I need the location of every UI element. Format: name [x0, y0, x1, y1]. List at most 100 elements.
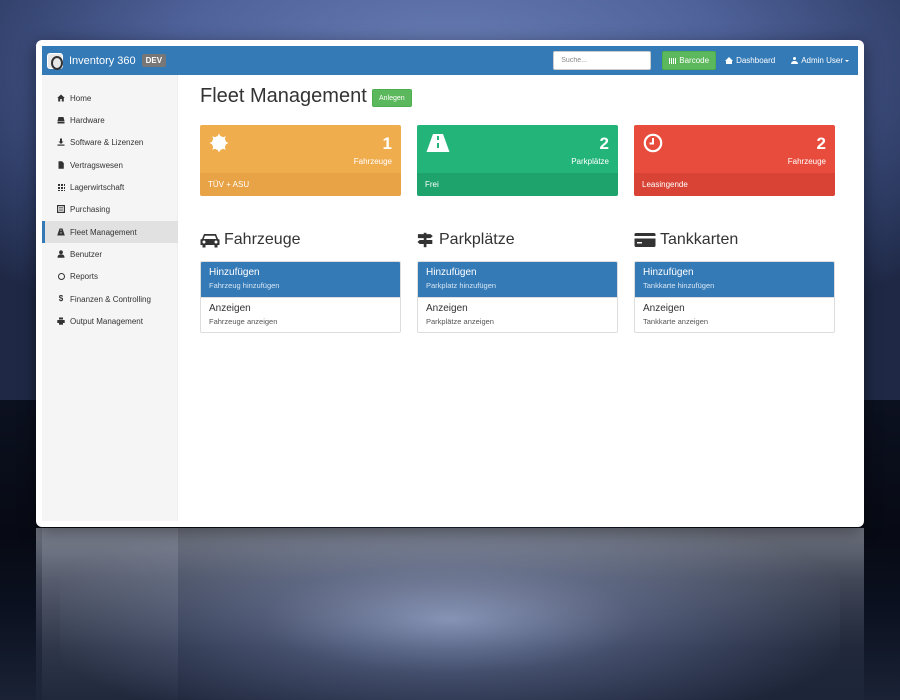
- clock-icon: [643, 133, 663, 153]
- list-item-heading: Hinzufügen: [643, 267, 694, 278]
- sidebar-item-reports[interactable]: Reports: [42, 265, 178, 287]
- main-content: Fleet Management Anlegen 1 Fahrzeuge TÜV…: [178, 75, 858, 521]
- stat-card-tuev[interactable]: 1 Fahrzeuge TÜV + ASU: [200, 125, 401, 196]
- sidebar-item-software[interactable]: Software & Lizenzen: [42, 131, 178, 153]
- list-item-heading: Anzeigen: [643, 303, 685, 314]
- sidebar-item-output-management[interactable]: Output Management: [42, 310, 178, 332]
- view-parkplaetze-item[interactable]: Anzeigen Parkplätze anzeigen: [418, 297, 617, 332]
- stat-card-leasingende[interactable]: 2 Fahrzeuge Leasingende: [634, 125, 835, 196]
- list-item-text: Parkplätze anzeigen: [426, 317, 494, 326]
- stat-card-footer: Frei: [417, 173, 618, 196]
- search-input[interactable]: [553, 51, 652, 70]
- list-item-text: Tankkarte hinzufügen: [643, 281, 715, 290]
- sidebar-item-label: Output Management: [70, 316, 143, 326]
- app-window: Inventory 360 DEV Barcode Dashboard Admi…: [36, 40, 864, 527]
- section-parkplaetze: Parkplätze Hinzufügen Parkplatz hinzufüg…: [417, 228, 618, 333]
- certificate-icon: [209, 133, 229, 153]
- sidebar-item-fleet-management[interactable]: Fleet Management: [42, 221, 178, 243]
- clock-icon: [57, 272, 65, 280]
- stat-card-top: 1 Fahrzeuge: [200, 125, 401, 173]
- list-alt-icon: [57, 205, 65, 213]
- list-group: Hinzufügen Tankkarte hinzufügen Anzeigen…: [634, 261, 835, 333]
- window-reflection: [36, 528, 864, 700]
- stat-label: Fahrzeuge: [787, 157, 826, 166]
- section-tankkarten: Tankkarten Hinzufügen Tankkarte hinzufüg…: [634, 228, 835, 333]
- sidebar-item-benutzer[interactable]: Benutzer: [42, 243, 178, 265]
- section-title: Tankkarten: [660, 231, 739, 248]
- section-title: Parkplätze: [439, 231, 515, 248]
- list-group: Hinzufügen Parkplatz hinzufügen Anzeigen…: [417, 261, 618, 333]
- top-navbar: Inventory 360 DEV Barcode Dashboard Admi…: [42, 46, 858, 75]
- barcode-button[interactable]: Barcode: [662, 51, 717, 70]
- section-header: Tankkarten: [634, 228, 835, 252]
- sidebar-item-purchasing[interactable]: Purchasing: [42, 198, 178, 220]
- add-fahrzeug-item[interactable]: Hinzufügen Fahrzeug hinzufügen: [201, 262, 400, 297]
- list-item-text: Tankkarte anzeigen: [643, 317, 709, 326]
- page-title: Fleet Management: [200, 85, 367, 107]
- view-fahrzeuge-item[interactable]: Anzeigen Fahrzeuge anzeigen: [201, 297, 400, 332]
- barcode-icon: [669, 57, 677, 64]
- car-icon: [200, 234, 220, 248]
- navbar-right: Barcode Dashboard Admin User: [553, 46, 858, 75]
- caret-down-icon: [845, 59, 849, 62]
- list-item-text: Fahrzeuge anzeigen: [209, 317, 278, 326]
- sidebar-item-label: Fleet Management: [70, 227, 137, 237]
- road-icon: [426, 134, 450, 152]
- dashboard-link[interactable]: Dashboard: [725, 56, 775, 65]
- barcode-label: Barcode: [679, 56, 710, 65]
- sidebar-item-label: Lagerwirtschaft: [70, 182, 125, 192]
- sidebar-item-label: Software & Lizenzen: [70, 137, 144, 147]
- home-icon: [57, 94, 65, 102]
- hdd-icon: [57, 116, 65, 124]
- sidebar-item-label: Finanzen & Controlling: [70, 294, 151, 304]
- file-icon: [57, 161, 65, 169]
- stat-value: 1: [382, 134, 392, 153]
- env-badge: DEV: [141, 54, 167, 67]
- sidebar: Home Hardware Software & Lizenzen Vertra…: [42, 75, 178, 521]
- user-icon: [791, 57, 799, 64]
- dashboard-label: Dashboard: [736, 56, 776, 65]
- sidebar-item-label: Vertragswesen: [70, 160, 123, 170]
- add-tankkarte-item[interactable]: Hinzufügen Tankkarte hinzufügen: [635, 262, 834, 297]
- anlegen-button[interactable]: Anlegen: [372, 89, 412, 107]
- sidebar-item-lagerwirtschaft[interactable]: Lagerwirtschaft: [42, 176, 178, 198]
- add-parkplatz-item[interactable]: Hinzufügen Parkplatz hinzufügen: [418, 262, 617, 297]
- credit-card-icon: [634, 233, 656, 247]
- dollar-icon: $: [58, 294, 64, 303]
- stat-card-parkplaetze[interactable]: 2 Parkplätze Frei: [417, 125, 618, 196]
- print-icon: [57, 317, 65, 325]
- road-icon: [57, 228, 65, 236]
- sidebar-item-label: Hardware: [70, 115, 105, 125]
- sidebar-item-vertragswesen[interactable]: Vertragswesen: [42, 154, 178, 176]
- user-menu[interactable]: Admin User: [791, 56, 849, 65]
- stat-value: 2: [816, 134, 826, 153]
- stat-card-top: 2 Fahrzeuge: [634, 125, 835, 173]
- list-item-heading: Anzeigen: [426, 303, 468, 314]
- list-item-heading: Hinzufügen: [426, 267, 477, 278]
- app-logo-icon: [47, 52, 63, 70]
- view-tankkarten-item[interactable]: Anzeigen Tankkarte anzeigen: [635, 297, 834, 332]
- home-icon: [725, 56, 734, 64]
- reflection-sidebar: [42, 528, 178, 700]
- stat-card-top: 2 Parkplätze: [417, 125, 618, 173]
- brand[interactable]: Inventory 360 DEV: [47, 52, 167, 70]
- list-item-heading: Anzeigen: [209, 303, 251, 314]
- download-icon: [57, 138, 65, 146]
- sidebar-item-label: Purchasing: [70, 204, 111, 214]
- sidebar-item-hardware[interactable]: Hardware: [42, 109, 178, 131]
- list-item-text: Parkplatz hinzufügen: [426, 281, 497, 290]
- section-header: Parkplätze: [417, 228, 618, 252]
- sidebar-item-finanzen[interactable]: $ Finanzen & Controlling: [42, 288, 178, 310]
- sidebar-item-label: Benutzer: [70, 249, 103, 259]
- user-icon: [57, 250, 65, 258]
- sidebar-item-home[interactable]: Home: [42, 87, 178, 109]
- sidebar-item-label: Reports: [70, 271, 99, 281]
- stat-label: Parkplätze: [571, 157, 609, 166]
- section-fahrzeuge: Fahrzeuge Hinzufügen Fahrzeug hinzufügen…: [200, 228, 401, 333]
- signpost-icon: [417, 232, 433, 248]
- list-group: Hinzufügen Fahrzeug hinzufügen Anzeigen …: [200, 261, 401, 333]
- stat-card-footer: TÜV + ASU: [200, 173, 401, 196]
- list-item-heading: Hinzufügen: [209, 267, 260, 278]
- grid-icon: [57, 183, 65, 191]
- user-menu-label: Admin User: [801, 56, 843, 65]
